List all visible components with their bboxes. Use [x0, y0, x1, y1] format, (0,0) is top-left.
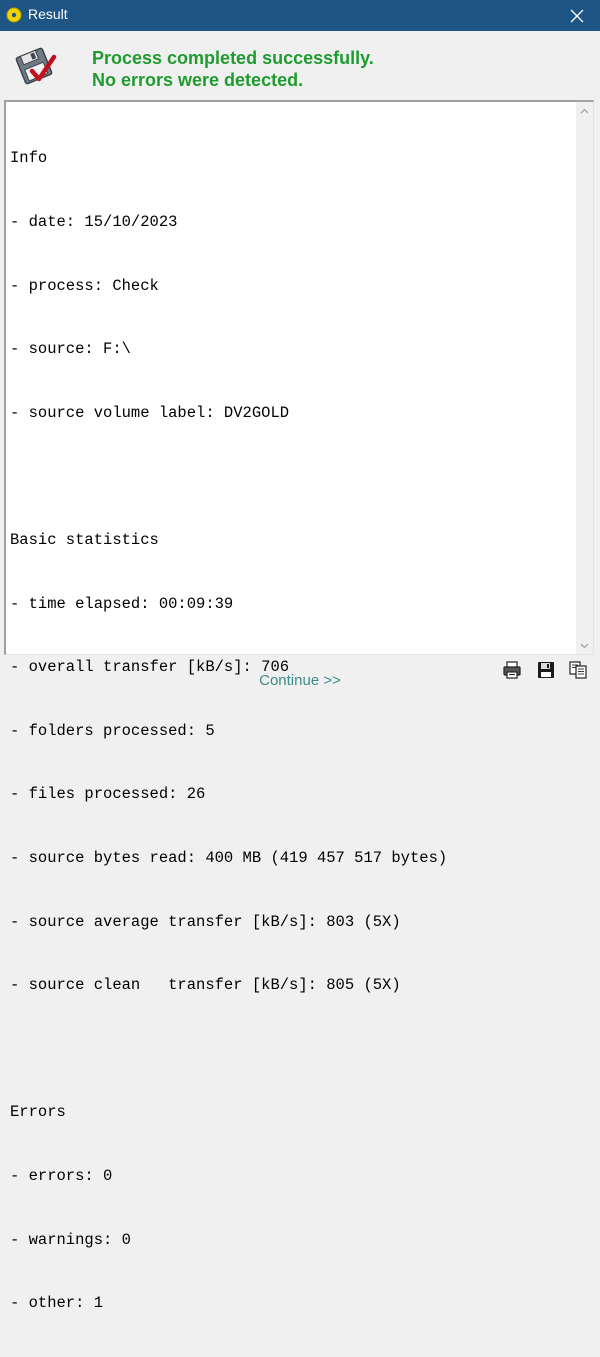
- log-line: - source volume label: DV2GOLD: [10, 403, 290, 422]
- log-line: Errors: [10, 1103, 66, 1122]
- window-title: Result: [28, 6, 68, 22]
- print-icon[interactable]: [502, 660, 522, 680]
- status-message-primary: Process completed successfully.: [92, 48, 374, 68]
- close-icon: [570, 9, 584, 22]
- title-bar: Result: [0, 0, 600, 31]
- log-line: Info: [10, 149, 48, 168]
- vertical-scrollbar[interactable]: [576, 102, 593, 654]
- chevron-up-icon: [580, 108, 589, 113]
- log-line: - date: 15/10/2023: [10, 213, 178, 231]
- result-log[interactable]: Info - date: 15/10/2023 - process: Check…: [4, 100, 594, 1312]
- log-line: - process: Check: [10, 276, 159, 295]
- log-line: - time elapsed: 00:09:39: [10, 594, 234, 613]
- scroll-down-button[interactable]: [576, 637, 593, 654]
- log-line: - source bytes read: 400 MB (419 457 517…: [10, 848, 448, 867]
- log-line: - source: F:\: [10, 340, 131, 359]
- log-line: - warnings: 0: [10, 1230, 131, 1249]
- chevron-down-icon: [580, 643, 589, 648]
- scroll-up-button[interactable]: [576, 102, 593, 119]
- floppy-check-icon: [15, 47, 57, 85]
- save-icon[interactable]: [536, 660, 556, 680]
- disc-icon: [6, 7, 22, 23]
- log-line: - folders processed: 5: [10, 721, 215, 740]
- log-line: - files processed: 26: [10, 785, 206, 804]
- close-button[interactable]: [554, 0, 600, 31]
- log-line: - source average transfer [kB/s]: 803 (5…: [10, 912, 401, 931]
- log-line: - source clean transfer [kB/s]: 805 (5X): [10, 976, 401, 995]
- log-line: - other: 1: [10, 1294, 104, 1313]
- log-line: Basic statistics: [10, 530, 159, 549]
- log-line: - errors: 0: [10, 1166, 113, 1185]
- copy-icon[interactable]: [568, 660, 588, 680]
- log-text: Info - date: 15/10/2023 - process: Check…: [10, 106, 571, 1357]
- status-message-secondary: No errors were detected.: [92, 70, 304, 90]
